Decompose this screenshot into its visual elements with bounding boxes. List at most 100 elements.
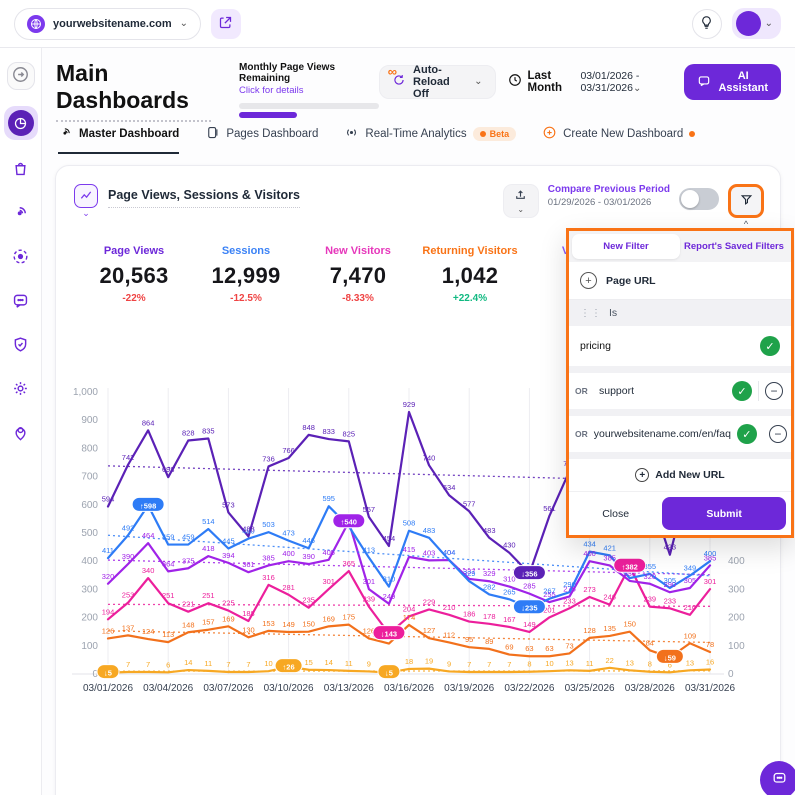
data-label: 251	[162, 591, 175, 600]
metric-new-visitors[interactable]: New Visitors 7,470 -8.33%	[302, 245, 414, 304]
y-tick-right: 100	[728, 641, 745, 652]
export-button[interactable]: ⌄	[502, 184, 539, 218]
filter-value-row[interactable]: pricing ✓	[569, 326, 791, 366]
data-label: 828	[182, 429, 195, 438]
data-label: 15	[304, 658, 312, 667]
add-url-label: Add New URL	[655, 469, 725, 481]
filter-value-row[interactable]: OR yourwebsitename.com/en/faq ✓ −	[569, 416, 791, 452]
submit-button[interactable]: Submit	[662, 497, 786, 530]
data-label: 400	[282, 549, 295, 558]
sidebar-item-goals[interactable]	[7, 244, 35, 272]
sidebar-item-feedback[interactable]	[7, 288, 35, 316]
extreme-badge-label: ↓5	[385, 669, 393, 678]
quota-progress-track	[239, 103, 380, 109]
compare-previous-period[interactable]: Compare Previous Period 01/29/2026 - 03/…	[548, 184, 670, 208]
data-label: 8	[648, 660, 652, 669]
site-selector[interactable]: yourwebsitename.com ⌄	[14, 7, 201, 40]
sidebar-item-privacy[interactable]	[7, 332, 35, 360]
filter-field-label: Page URL	[606, 274, 656, 287]
tab-create-new-dashboard[interactable]: Create New Dashboard	[542, 125, 696, 154]
data-label: 229	[423, 597, 436, 606]
x-tick-label: 03/07/2026	[203, 683, 253, 694]
data-label: 766	[282, 446, 295, 455]
data-label: 7	[146, 660, 150, 669]
remove-value-button[interactable]: −	[765, 382, 783, 400]
data-label: 446	[302, 536, 315, 545]
chart-type-selector[interactable]: ⌄	[74, 184, 98, 218]
filter-field-selector[interactable]: + Page URL	[569, 262, 791, 300]
data-label: 239	[644, 595, 657, 604]
data-label: 175	[343, 613, 356, 622]
metric-delta: -8.33%	[342, 293, 374, 304]
chevron-down-icon: ⌄	[179, 17, 188, 29]
data-label: 174	[403, 613, 416, 622]
chevron-down-icon: ⌄	[82, 208, 90, 218]
metric-page-views[interactable]: Page Views 20,563 -22%	[78, 245, 190, 304]
sidebar-item-profile[interactable]	[7, 420, 35, 448]
date-range-picker[interactable]: 03/01/2026 - 03/31/2026⌄	[580, 70, 672, 94]
divider	[569, 452, 791, 459]
tab-label: Master Dashboard	[79, 127, 180, 140]
sidebar-item-settings[interactable]	[7, 376, 35, 404]
data-label: 273	[583, 585, 596, 594]
data-label: 135	[603, 624, 616, 633]
date-range-value: 03/01/2026 - 03/31/2026	[580, 70, 640, 94]
sidebar-collapse-button[interactable]	[6, 62, 35, 90]
or-label: OR	[575, 386, 588, 396]
data-label: 16	[706, 657, 714, 666]
person-pin-icon	[11, 423, 30, 445]
tab-realtime-analytics[interactable]: Real-Time Analytics Beta	[344, 125, 517, 154]
data-label: 63	[525, 644, 533, 653]
ai-assistant-button[interactable]: AI Assistant	[684, 64, 781, 100]
y-tick-left: 700	[81, 472, 98, 483]
add-new-url-button[interactable]: + Add New URL	[569, 459, 791, 491]
tab-pages-dashboard[interactable]: Pages Dashboard	[205, 125, 318, 154]
data-label: 169	[222, 614, 235, 623]
tab-new-filter[interactable]: New Filter	[572, 234, 680, 259]
data-label: 7	[487, 660, 491, 669]
tablet-icon	[205, 125, 220, 143]
data-label: 375	[182, 556, 195, 565]
sidebar-item-ecommerce[interactable]	[7, 156, 35, 184]
metric-value: 12,999	[211, 263, 281, 288]
account-menu[interactable]: ⌄	[731, 8, 781, 39]
sidebar-item-realtime[interactable]	[7, 200, 35, 228]
quota-block: Monthly Page Views Remaining Click for d…	[239, 62, 397, 118]
topbar: yourwebsitename.com ⌄ ⌄	[0, 0, 795, 48]
data-label: 130	[242, 625, 255, 634]
remove-value-button[interactable]: −	[768, 425, 787, 443]
period-selector[interactable]: Last Month	[508, 70, 569, 94]
tips-button[interactable]	[691, 8, 722, 39]
metric-returning-visitors[interactable]: Returning Visitors 1,042 +22.4%	[414, 245, 526, 304]
chat-fab[interactable]	[760, 761, 795, 795]
data-label: 400	[583, 549, 596, 558]
metric-sessions[interactable]: Sessions 12,999 -12.5%	[190, 245, 302, 304]
tab-saved-filters[interactable]: Report's Saved Filters	[680, 234, 788, 259]
data-label: 11	[204, 659, 212, 668]
divider	[569, 409, 791, 416]
filter-button[interactable]	[728, 184, 764, 218]
filter-panel: New Filter Report's Saved Filters + Page…	[566, 228, 794, 538]
filter-operator-row[interactable]: ⋮⋮ Is	[569, 300, 791, 326]
sidebar-item-dashboards[interactable]	[3, 106, 38, 140]
data-label: 423	[664, 543, 677, 552]
data-label: 305	[664, 576, 677, 585]
quota-details-link[interactable]: Click for details	[239, 85, 379, 96]
open-site-button[interactable]	[210, 8, 241, 39]
data-label: 320	[644, 572, 657, 581]
tab-master-dashboard[interactable]: Master Dashboard	[58, 125, 180, 154]
filter-value-row[interactable]: OR support ✓ −	[569, 373, 791, 409]
data-label: 221	[182, 600, 195, 609]
arrow-right-circle-icon	[11, 65, 30, 87]
orange-dot	[479, 130, 486, 137]
close-button[interactable]: Close	[569, 494, 663, 533]
filter-panel-footer: Close Submit	[569, 491, 791, 535]
compare-toggle[interactable]	[679, 188, 719, 210]
data-label: 385	[262, 553, 275, 562]
data-label: 210	[443, 603, 456, 612]
data-label: 13	[686, 658, 694, 667]
chat-icon	[697, 74, 711, 91]
data-label: 249	[383, 592, 396, 601]
data-label: 148	[182, 620, 195, 629]
data-label: 454	[383, 534, 396, 543]
